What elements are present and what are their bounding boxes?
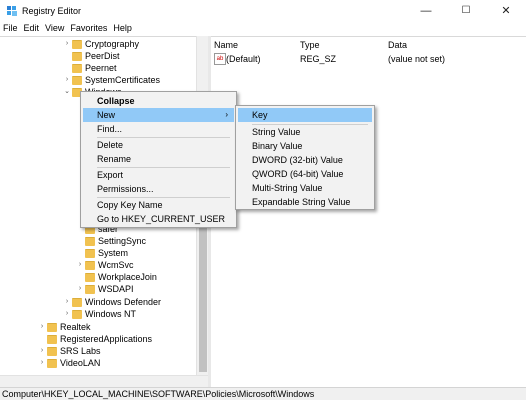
tree-item-peerdist[interactable]: PeerDist <box>63 50 120 62</box>
close-button[interactable]: ✕ <box>486 0 526 22</box>
tree-item-peernet[interactable]: Peernet <box>63 62 117 74</box>
tree-item-cryptography[interactable]: › Cryptography <box>63 38 139 50</box>
submenu-item-multi-string-value[interactable]: Multi-String Value <box>238 181 372 195</box>
column-header-data[interactable]: Data <box>388 40 407 50</box>
menu-item-collapse[interactable]: Collapse <box>83 94 234 108</box>
value-name[interactable]: (Default) <box>226 54 261 64</box>
expand-arrow-icon[interactable]: › <box>76 259 84 271</box>
tree-item-windows-nt[interactable]: › Windows NT <box>63 308 136 320</box>
tree-item-windows-defender[interactable]: › Windows Defender <box>63 296 161 308</box>
expand-arrow-icon[interactable]: › <box>63 308 71 320</box>
registry-editor-icon <box>7 6 17 16</box>
expand-arrow-icon[interactable]: › <box>63 74 71 86</box>
expand-arrow-icon[interactable]: › <box>38 321 46 333</box>
menu-bar: File Edit View Favorites Help <box>0 22 526 36</box>
window-title: Registry Editor <box>22 6 82 16</box>
submenu-item-qword-value[interactable]: QWORD (64-bit) Value <box>238 167 372 181</box>
menu-item-rename[interactable]: Rename <box>83 152 234 166</box>
menu-item-permissions[interactable]: Permissions... <box>83 182 234 196</box>
collapse-arrow-icon[interactable]: ⌄ <box>63 86 71 98</box>
value-type: REG_SZ <box>300 54 337 64</box>
folder-icon <box>72 310 82 319</box>
tree-item-workplacejoin[interactable]: WorkplaceJoin <box>76 271 157 283</box>
folder-icon <box>72 298 82 307</box>
menu-item-find[interactable]: Find... <box>83 122 234 136</box>
menu-item-export[interactable]: Export <box>83 168 234 182</box>
menu-item-go-to-hkcu[interactable]: Go to HKEY_CURRENT_USER <box>83 212 234 226</box>
submenu-item-dword-value[interactable]: DWORD (32-bit) Value <box>238 153 372 167</box>
maximize-button[interactable]: ☐ <box>446 0 486 22</box>
folder-icon <box>72 52 82 61</box>
submenu-arrow-icon: › <box>225 110 228 119</box>
folder-icon <box>47 359 57 368</box>
status-bar-path: Computer\HKEY_LOCAL_MACHINE\SOFTWARE\Pol… <box>0 387 526 400</box>
menu-favorites[interactable]: Favorites <box>67 22 110 33</box>
column-header-type[interactable]: Type <box>300 40 320 50</box>
folder-icon <box>85 249 95 258</box>
value-data: (value not set) <box>388 54 446 64</box>
tree-item-wsdapi[interactable]: › WSDAPI <box>76 283 134 295</box>
expand-arrow-icon[interactable]: › <box>76 283 84 295</box>
folder-icon <box>47 335 57 344</box>
tree-item-realtek[interactable]: › Realtek <box>38 321 91 333</box>
submenu-item-expandable-string-value[interactable]: Expandable String Value <box>238 195 372 209</box>
title-bar: Registry Editor — ☐ ✕ <box>0 0 526 22</box>
tree-item-settingsync[interactable]: SettingSync <box>76 235 146 247</box>
new-submenu: Key String Value Binary Value DWORD (32-… <box>235 105 375 210</box>
folder-icon <box>72 40 82 49</box>
string-value-icon: ab <box>214 53 226 65</box>
folder-icon <box>85 237 95 246</box>
scrollbar-thumb[interactable] <box>199 222 207 372</box>
folder-icon <box>85 273 95 282</box>
menu-item-new[interactable]: New › <box>83 108 234 122</box>
menu-item-copy-key-name[interactable]: Copy Key Name <box>83 198 234 212</box>
expand-arrow-icon[interactable]: › <box>38 357 46 369</box>
tree-item-videolan[interactable]: › VideoLAN <box>38 357 100 369</box>
expand-arrow-icon[interactable]: › <box>63 38 71 50</box>
submenu-item-key[interactable]: Key <box>238 108 372 122</box>
tree-item-srs-labs[interactable]: › SRS Labs <box>38 345 101 357</box>
folder-icon <box>72 76 82 85</box>
tree-item-registeredapplications[interactable]: RegisteredApplications <box>38 333 152 345</box>
minimize-button[interactable]: — <box>406 0 446 22</box>
menu-file[interactable]: File <box>0 22 21 33</box>
folder-icon <box>47 323 57 332</box>
folder-icon <box>72 64 82 73</box>
menu-help[interactable]: Help <box>110 22 135 33</box>
folder-icon <box>85 285 95 294</box>
expand-arrow-icon[interactable]: › <box>38 345 46 357</box>
tree-item-system[interactable]: System <box>76 247 128 259</box>
menu-view[interactable]: View <box>42 22 67 33</box>
tree-item-wcmsvc[interactable]: › WcmSvc <box>76 259 134 271</box>
folder-icon <box>85 261 95 270</box>
tree-item-systemcertificates[interactable]: › SystemCertificates <box>63 74 160 86</box>
values-list[interactable]: Name Type Data ab (Default) REG_SZ (valu… <box>211 36 526 388</box>
expand-arrow-icon[interactable]: › <box>63 296 71 308</box>
menu-item-delete[interactable]: Delete <box>83 138 234 152</box>
submenu-item-binary-value[interactable]: Binary Value <box>238 139 372 153</box>
menu-edit[interactable]: Edit <box>21 22 43 33</box>
submenu-item-string-value[interactable]: String Value <box>238 125 372 139</box>
column-header-name[interactable]: Name <box>214 40 238 50</box>
context-menu: Collapse New › Find... Delete Rename Exp… <box>80 91 237 228</box>
folder-icon <box>47 347 57 356</box>
